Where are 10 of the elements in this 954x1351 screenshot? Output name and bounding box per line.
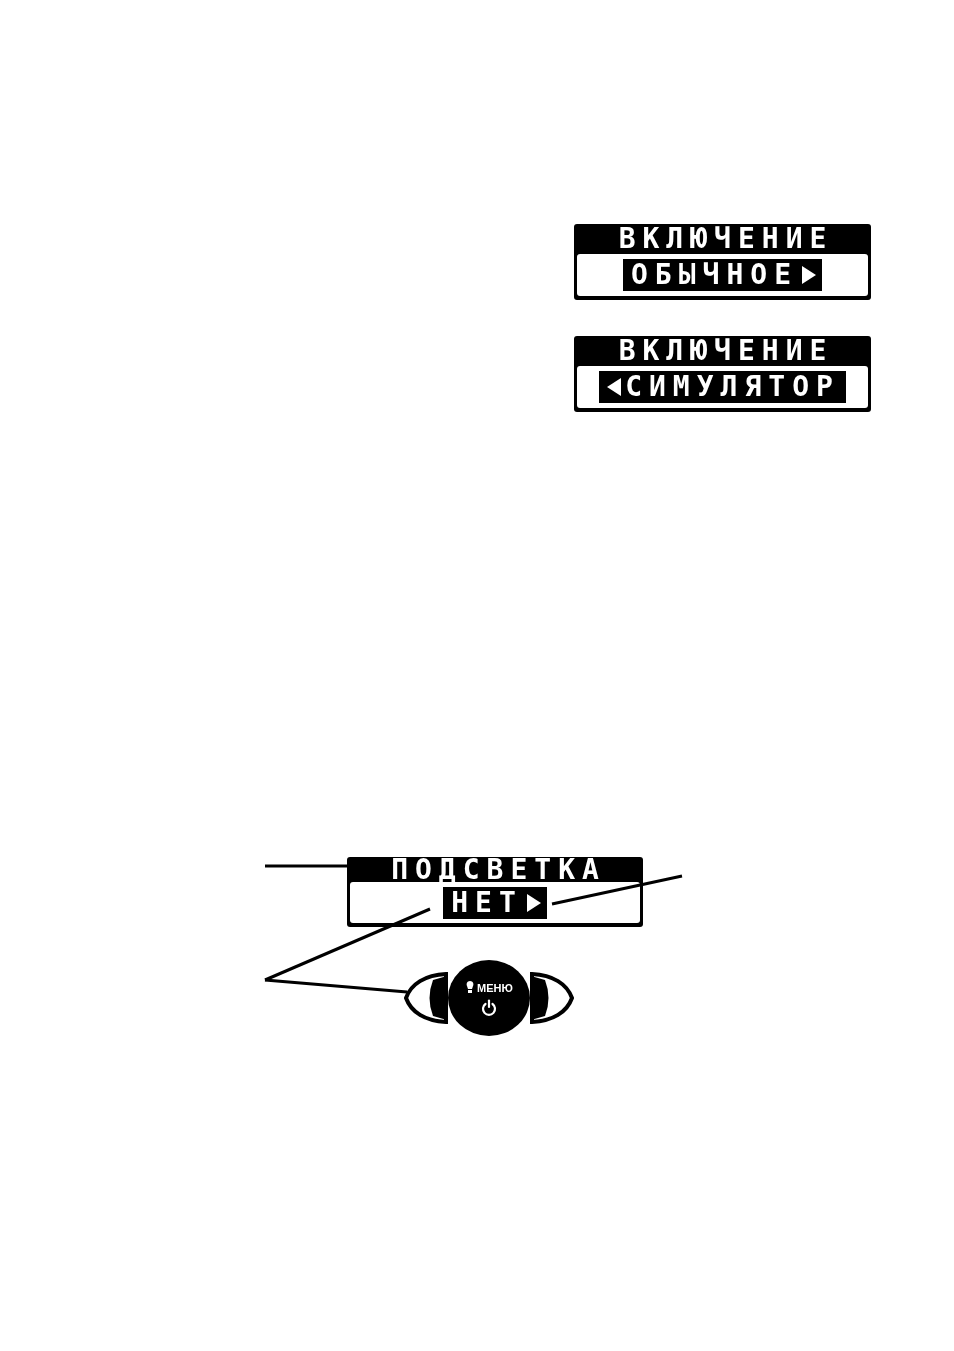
bulb-icon: [465, 980, 476, 994]
screen-title: ПОДСВЕТКА: [390, 857, 607, 882]
option-selector[interactable]: ОБЫЧНОЕ: [623, 259, 822, 291]
option-selector[interactable]: СИМУЛЯТОР: [599, 371, 846, 403]
screen-title: ВКЛЮЧЕНИЕ: [617, 224, 835, 254]
screen-title: ВКЛЮЧЕНИЕ: [617, 336, 835, 366]
right-arrow-key[interactable]: [530, 970, 575, 1026]
power-icon: [481, 999, 497, 1016]
left-arrow-key[interactable]: [403, 970, 448, 1026]
option-selector[interactable]: НЕТ: [443, 886, 547, 919]
